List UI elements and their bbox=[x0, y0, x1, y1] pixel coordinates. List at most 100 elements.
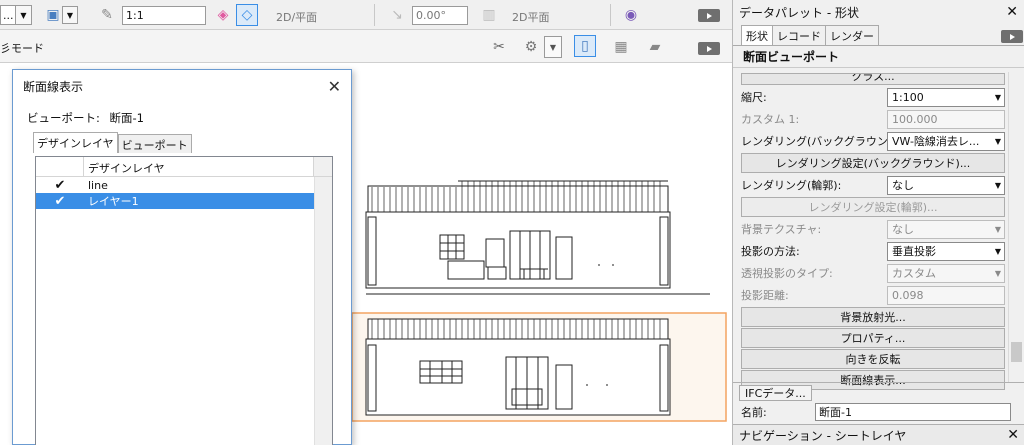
class-button[interactable]: クラス... bbox=[741, 73, 1005, 85]
custom-label: カスタム 1: bbox=[741, 113, 800, 126]
custom-scale-row: カスタム 1: 100.000 bbox=[741, 108, 1013, 130]
layer-combo-arrow[interactable]: ▼ bbox=[62, 5, 84, 25]
outline-render-label: レンダリング(輪郭): bbox=[741, 179, 842, 192]
projection-label: 投影の方法: bbox=[741, 245, 800, 258]
bg-render-settings-button[interactable]: レンダリング設定(バックグラウンド)... bbox=[741, 153, 1005, 173]
bg-radiosity-button[interactable]: 背景放射光... bbox=[741, 307, 1005, 327]
palette-title-bar: データパレット - 形状 ✕ bbox=[733, 0, 1024, 24]
layer-list[interactable]: デザインレイヤ ✔ line ✔ レイヤー1 bbox=[35, 156, 333, 445]
bg-render-select[interactable]: VW-陰線消去レ... ▼ bbox=[887, 131, 1005, 151]
ifc-bar: IFCデータ... bbox=[733, 382, 1024, 402]
mode-bar: ... ▼ ▣ ▼ ✎ 1:1 ◈ ◇ 2D/平面 ↘ 0.00° ▥ 2D平面… bbox=[0, 0, 732, 30]
gear-icon[interactable]: ⚙ bbox=[520, 36, 542, 58]
check-icon[interactable]: ✔ bbox=[36, 194, 84, 209]
navigation-title: ナビゲーション - シートレイヤ bbox=[739, 428, 907, 443]
chevron-down-icon: ▼ bbox=[994, 180, 1001, 190]
expand-toolbar-button[interactable] bbox=[698, 9, 720, 22]
snap-icon[interactable]: ◉ bbox=[620, 4, 642, 26]
name-input[interactable]: 断面-1 bbox=[815, 403, 1011, 421]
close-icon[interactable]: ✕ bbox=[328, 77, 341, 96]
working-plane-icon[interactable]: ◇ bbox=[236, 4, 258, 26]
chevron-down-icon: ▼ bbox=[994, 246, 1001, 256]
scale-value: 1:100 bbox=[892, 90, 924, 104]
list-item[interactable]: ✔ レイヤー1 bbox=[36, 193, 314, 209]
perspective-select[interactable]: カスタム ▼ bbox=[887, 263, 1005, 283]
name-row: 名前: 断面-1 bbox=[733, 402, 1024, 422]
tab-viewport[interactable]: ビューポート bbox=[117, 134, 192, 153]
header-scroll-corner bbox=[314, 157, 332, 176]
section-line-display-dialog: 断面線表示 ✕ ビューポート: 断面-1 デザインレイヤ ビューポート デザイン… bbox=[12, 69, 352, 445]
grid-icon[interactable]: ▦ bbox=[610, 36, 632, 58]
projection-select[interactable]: 垂直投影 ▼ bbox=[887, 241, 1005, 261]
chevron-down-icon: ▼ bbox=[994, 92, 1001, 102]
check-icon[interactable]: ✔ bbox=[36, 178, 84, 193]
outline-render-select[interactable]: なし ▼ bbox=[887, 175, 1005, 195]
projection-value: 垂直投影 bbox=[892, 245, 936, 258]
name-label: 名前: bbox=[741, 406, 767, 419]
toolbar-divider bbox=[374, 4, 375, 26]
dialog-viewport-info: ビューポート: 断面-1 bbox=[27, 110, 144, 126]
angle-input[interactable]: 0.00° bbox=[412, 6, 468, 25]
flip-direction-button[interactable]: 向きを反転 bbox=[741, 349, 1005, 369]
proj-distance-row: 投影距離: 0.098 bbox=[741, 284, 1013, 306]
scale-select[interactable]: 1:100 ▼ bbox=[887, 87, 1005, 107]
chevron-down-icon: ▼ bbox=[994, 224, 1001, 234]
header-check-column bbox=[36, 157, 84, 176]
proj-distance-input[interactable]: 0.098 bbox=[887, 285, 1005, 305]
plane-icon: ▥ bbox=[482, 7, 496, 23]
outline-render-row: レンダリング(輪郭): なし ▼ bbox=[741, 174, 1013, 196]
mode-label: 彡モード bbox=[0, 42, 44, 55]
list-scrollbar[interactable] bbox=[314, 177, 332, 445]
expand-toolbar-button[interactable] bbox=[698, 42, 720, 55]
tab-design-layer[interactable]: デザインレイヤ bbox=[33, 132, 118, 153]
scrollbar-thumb[interactable] bbox=[1011, 342, 1022, 362]
folder-icon[interactable]: ▰ bbox=[644, 36, 666, 58]
palette-title: データパレット - 形状 bbox=[739, 5, 859, 20]
flyover-icon[interactable]: ✂ bbox=[488, 36, 510, 58]
custom-scale-input[interactable]: 100.000 bbox=[887, 109, 1005, 129]
bg-render-label: レンダリング(バックグラウンド): bbox=[741, 135, 889, 148]
layer-list-header: デザインレイヤ bbox=[36, 157, 332, 177]
close-icon[interactable]: ✕ bbox=[1007, 427, 1019, 443]
palette-scrollbar[interactable] bbox=[1008, 72, 1024, 382]
tab-render[interactable]: レンダー bbox=[825, 25, 879, 45]
palette-menu-button[interactable] bbox=[1001, 30, 1023, 43]
viewport-value: 断面-1 bbox=[109, 111, 144, 125]
bg-texture-select[interactable]: なし ▼ bbox=[887, 219, 1005, 239]
class-combo[interactable]: ... ▼ bbox=[0, 5, 32, 25]
plane-label: 2D平面 bbox=[512, 11, 550, 24]
outline-render-settings-button[interactable]: レンダリング設定(輪郭)... bbox=[741, 197, 1005, 217]
chevron-down-icon: ▼ bbox=[994, 136, 1001, 146]
scale-label: 縮尺: bbox=[741, 91, 767, 104]
proj-distance-label: 投影距離: bbox=[741, 289, 789, 302]
scale-input[interactable]: 1:1 bbox=[122, 6, 206, 25]
layer-name: line bbox=[88, 178, 108, 192]
chevron-down-icon: ▼ bbox=[15, 6, 31, 24]
header-layer-column[interactable]: デザインレイヤ bbox=[84, 157, 314, 176]
chevron-down-icon: ▼ bbox=[994, 268, 1001, 278]
list-item[interactable]: ✔ line bbox=[36, 177, 332, 193]
layer-name: レイヤー1 bbox=[88, 195, 139, 208]
close-icon[interactable]: ✕ bbox=[1006, 4, 1018, 20]
scale-row: 縮尺: 1:100 ▼ bbox=[741, 86, 1013, 108]
perspective-row: 透視投影のタイプ: カスタム ▼ bbox=[741, 262, 1013, 284]
perspective-label: 透視投影のタイプ: bbox=[741, 267, 833, 280]
properties-button[interactable]: プロパティ... bbox=[741, 328, 1005, 348]
tab-shape[interactable]: 形状 bbox=[741, 25, 773, 45]
projection-row: 投影の方法: 垂直投影 ▼ bbox=[741, 240, 1013, 262]
view-label: 2D/平面 bbox=[276, 11, 318, 24]
dialog-title: 断面線表示 bbox=[23, 79, 84, 94]
bg-render-row: レンダリング(バックグラウンド): VW-陰線消去レ... ▼ bbox=[741, 130, 1013, 152]
bg-render-value: VW-陰線消去レ... bbox=[892, 135, 980, 148]
chevron-down-icon[interactable]: ▼ bbox=[544, 36, 562, 58]
palette-properties: クラス... 縮尺: 1:100 ▼ カスタム 1: 100.000 レンダリン… bbox=[741, 72, 1013, 391]
pencil-icon[interactable]: ✎ bbox=[96, 4, 118, 26]
view-plane-icon[interactable]: ◈ bbox=[212, 4, 234, 26]
layer-icon[interactable]: ▣ bbox=[42, 4, 64, 26]
bg-texture-value: なし bbox=[892, 223, 914, 236]
page-icon[interactable]: ▯ bbox=[574, 35, 596, 57]
outline-render-value: なし bbox=[892, 179, 914, 192]
toolbar-divider bbox=[610, 4, 611, 26]
ifc-data-button[interactable]: IFCデータ... bbox=[739, 384, 812, 401]
tab-record[interactable]: レコード bbox=[772, 25, 826, 45]
